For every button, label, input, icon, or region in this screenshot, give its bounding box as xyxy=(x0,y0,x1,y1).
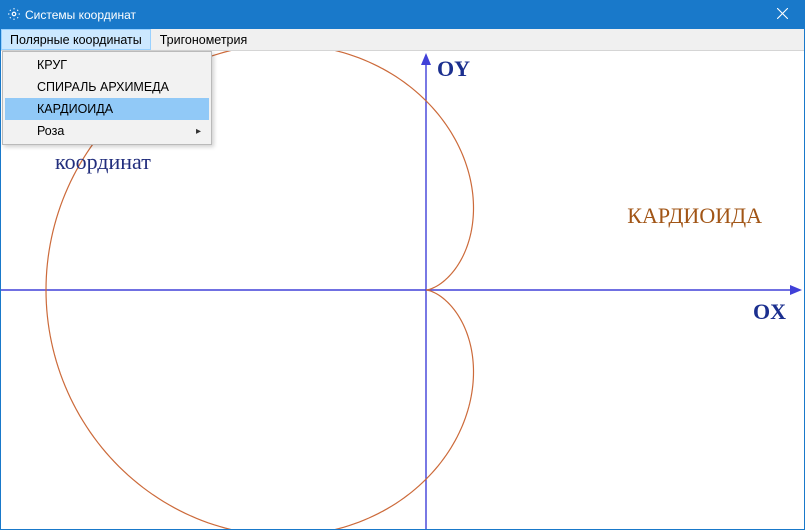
dropdown-item-cardioid[interactable]: КАРДИОИДА xyxy=(5,98,209,120)
menubar: Полярные координаты Тригонометрия xyxy=(1,29,804,51)
menu-trigonometry[interactable]: Тригонометрия xyxy=(151,29,257,50)
close-button[interactable] xyxy=(760,1,804,29)
dropdown-polar: КРУГ СПИРАЛЬ АРХИМЕДА КАРДИОИДА Роза xyxy=(2,51,212,145)
menu-polar-coords[interactable]: Полярные координаты xyxy=(1,29,151,50)
gear-icon xyxy=(7,7,21,24)
y-axis-label: OY xyxy=(437,56,470,82)
dropdown-item-label: КАРДИОИДА xyxy=(37,102,113,116)
dropdown-item-label: СПИРАЛЬ АРХИМЕДА xyxy=(37,80,169,94)
x-axis-label: OX xyxy=(753,299,786,325)
titlebar: Системы координат xyxy=(1,1,804,29)
menu-label: Полярные координаты xyxy=(10,33,142,47)
window-title: Системы координат xyxy=(25,8,760,22)
close-icon xyxy=(777,8,788,22)
dropdown-item-archimedes-spiral[interactable]: СПИРАЛЬ АРХИМЕДА xyxy=(5,76,209,98)
menu-label: Тригонометрия xyxy=(160,33,248,47)
dropdown-item-circle[interactable]: КРУГ xyxy=(5,54,209,76)
curve-name-label: КАРДИОИДА xyxy=(627,203,762,229)
dropdown-item-label: КРУГ xyxy=(37,58,67,72)
dropdown-item-rose[interactable]: Роза xyxy=(5,120,209,142)
corner-label: координат xyxy=(55,149,151,175)
dropdown-item-label: Роза xyxy=(37,124,64,138)
app-window: Системы координат Полярные координаты Тр… xyxy=(0,0,805,530)
